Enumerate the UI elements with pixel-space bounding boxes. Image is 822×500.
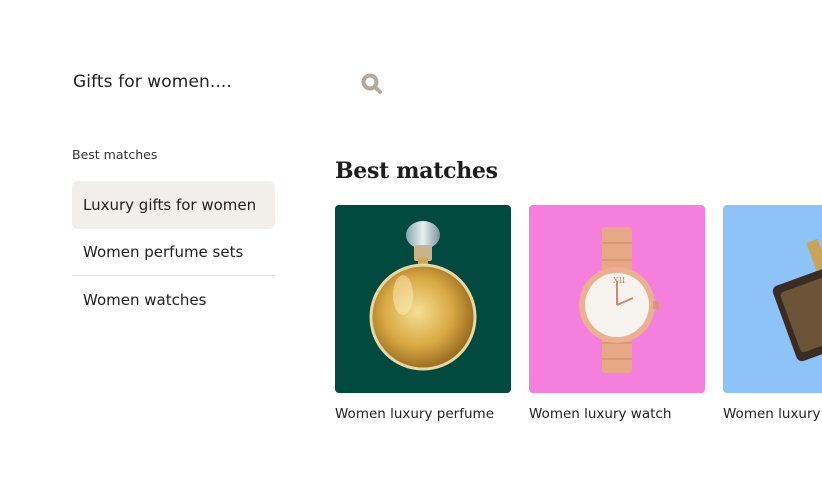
page-title: Best matches xyxy=(335,158,498,184)
suggestion-list: Luxury gifts for women Women perfume set… xyxy=(72,181,275,323)
product-card[interactable]: Women luxury xyxy=(723,205,822,422)
product-label: Women luxury watch xyxy=(529,406,672,422)
product-card[interactable]: Women luxury perfume xyxy=(335,205,511,422)
svg-text:XII: XII xyxy=(613,276,625,285)
product-label: Women luxury xyxy=(723,406,821,422)
suggestion-perfume-sets[interactable]: Women perfume sets xyxy=(72,229,275,276)
product-image-perfume xyxy=(335,205,511,393)
sidebar-heading: Best matches xyxy=(72,147,158,162)
product-label: Women luxury perfume xyxy=(335,406,494,422)
product-image-ornate-bottle xyxy=(723,205,822,393)
suggestion-watches[interactable]: Women watches xyxy=(72,276,275,323)
product-image-watch: XII xyxy=(529,205,705,393)
product-card[interactable]: XII Women luxury watch xyxy=(529,205,705,422)
search-icon[interactable] xyxy=(360,72,384,96)
product-carousel: Women luxury perfume XII Women luxury wa… xyxy=(335,205,822,435)
suggestion-luxury-gifts[interactable]: Luxury gifts for women xyxy=(72,181,275,229)
search-input[interactable]: Gifts for women.... xyxy=(73,72,232,92)
